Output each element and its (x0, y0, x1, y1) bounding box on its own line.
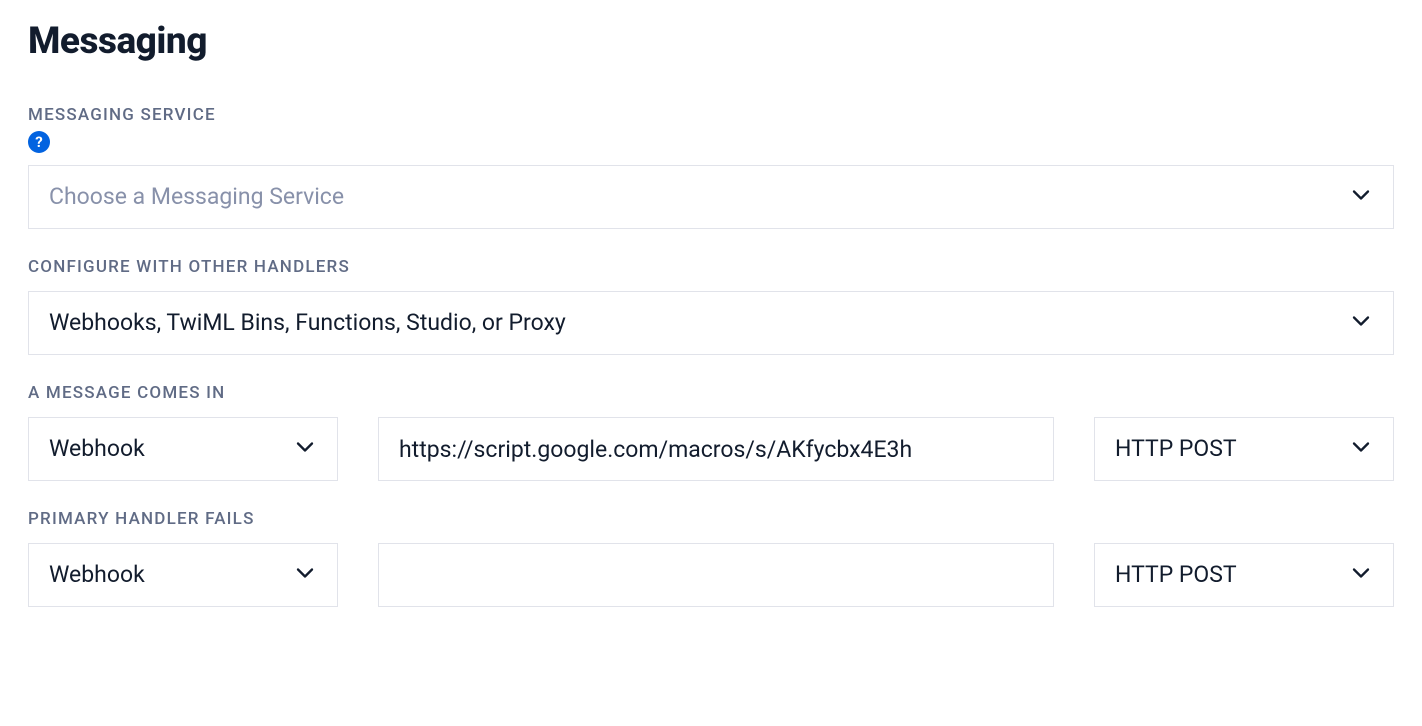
help-icon[interactable]: ? (28, 131, 50, 153)
chevron-down-icon (1347, 181, 1375, 213)
message-in-label: A MESSAGE COMES IN (28, 383, 1394, 403)
chevron-down-icon (1347, 433, 1375, 465)
chevron-down-icon (1347, 559, 1375, 591)
primary-fail-type-select[interactable]: Webhook (28, 543, 338, 607)
message-in-url-input[interactable] (378, 417, 1054, 481)
primary-fail-url-input[interactable] (378, 543, 1054, 607)
primary-fail-group: PRIMARY HANDLER FAILS Webhook HTTP POST (28, 509, 1394, 607)
message-in-type-select[interactable]: Webhook (28, 417, 338, 481)
configure-handlers-label: CONFIGURE WITH OTHER HANDLERS (28, 257, 1394, 277)
message-in-method-value: HTTP POST (1115, 435, 1237, 463)
primary-fail-type-value: Webhook (49, 561, 145, 589)
messaging-service-select[interactable]: Choose a Messaging Service (28, 165, 1394, 229)
chevron-down-icon (291, 559, 319, 591)
messaging-service-label: MESSAGING SERVICE (28, 105, 1394, 125)
messaging-service-placeholder: Choose a Messaging Service (49, 183, 344, 211)
message-in-type-value: Webhook (49, 435, 145, 463)
chevron-down-icon (291, 433, 319, 465)
primary-fail-method-value: HTTP POST (1115, 561, 1237, 589)
primary-fail-label: PRIMARY HANDLER FAILS (28, 509, 1394, 529)
configure-handlers-select[interactable]: Webhooks, TwiML Bins, Functions, Studio,… (28, 291, 1394, 355)
message-in-method-select[interactable]: HTTP POST (1094, 417, 1394, 481)
message-in-group: A MESSAGE COMES IN Webhook HTTP POST (28, 383, 1394, 481)
primary-fail-method-select[interactable]: HTTP POST (1094, 543, 1394, 607)
messaging-service-group: MESSAGING SERVICE ? Choose a Messaging S… (28, 105, 1394, 229)
configure-handlers-group: CONFIGURE WITH OTHER HANDLERS Webhooks, … (28, 257, 1394, 355)
chevron-down-icon (1347, 307, 1375, 339)
page-title: Messaging (28, 20, 1394, 63)
configure-handlers-value: Webhooks, TwiML Bins, Functions, Studio,… (49, 309, 566, 337)
